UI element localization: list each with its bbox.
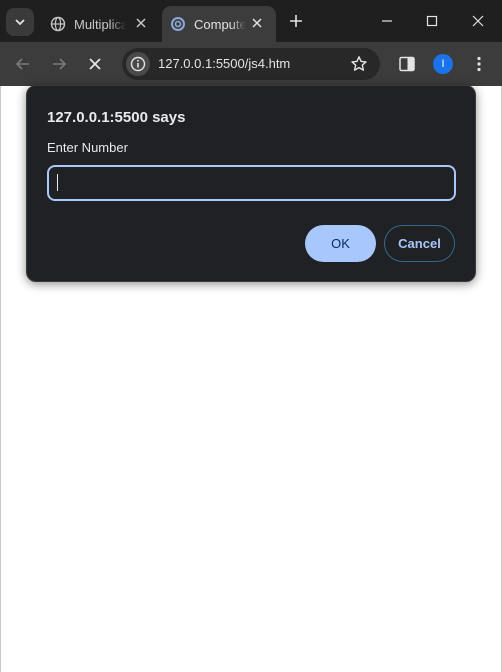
side-panel-icon[interactable] <box>397 54 417 74</box>
bookmark-star-icon[interactable] <box>350 55 368 73</box>
tab-title: Multiplication <box>74 16 126 32</box>
dialog-title: 127.0.0.1:5500 says <box>47 109 186 126</box>
cancel-button[interactable]: Cancel <box>384 225 455 262</box>
address-bar[interactable]: 127.0.0.1:5500/js4.htm <box>122 48 380 80</box>
url-text[interactable]: 127.0.0.1:5500/js4.htm <box>158 56 290 71</box>
close-window-icon[interactable] <box>468 11 488 31</box>
tab-multiplication[interactable]: Multiplication <box>40 6 160 42</box>
dialog-message: Enter Number <box>47 140 128 155</box>
tab-search-button[interactable] <box>6 8 34 36</box>
back-arrow-icon[interactable] <box>13 54 33 74</box>
close-tab-icon[interactable] <box>250 16 264 30</box>
prompt-dialog: 127.0.0.1:5500 says Enter Number OK Canc… <box>26 85 476 282</box>
tab-computer[interactable]: Computer <box>162 6 276 42</box>
tab-strip: Multiplication Computer <box>0 0 502 42</box>
forward-arrow-icon[interactable] <box>49 54 69 74</box>
browser-toolbar: 127.0.0.1:5500/js4.htm I <box>0 42 502 86</box>
prompt-input[interactable] <box>47 165 456 201</box>
ok-button[interactable]: OK <box>305 225 376 262</box>
tab-title: Computer <box>194 16 246 32</box>
more-menu-icon[interactable] <box>469 54 489 74</box>
loading-spinner-icon <box>170 16 186 32</box>
new-tab-icon[interactable] <box>286 11 306 31</box>
chevron-down-icon <box>15 19 25 26</box>
maximize-icon[interactable] <box>422 11 442 31</box>
text-cursor <box>57 174 58 191</box>
profile-avatar[interactable]: I <box>433 54 453 74</box>
globe-icon <box>50 16 66 32</box>
stop-loading-icon[interactable] <box>85 54 105 74</box>
close-tab-icon[interactable] <box>134 16 148 30</box>
site-info-icon[interactable] <box>126 52 150 76</box>
minimize-icon[interactable] <box>377 11 397 31</box>
